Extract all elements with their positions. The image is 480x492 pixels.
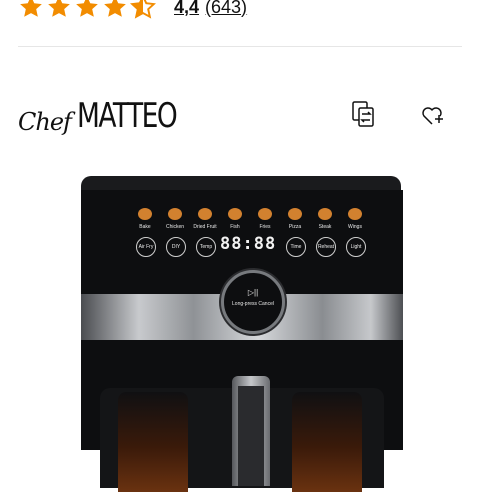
time-button: Time: [286, 237, 306, 257]
half-star-icon: [130, 0, 156, 20]
basket-window-right: [292, 392, 362, 492]
program-label: Pizza: [288, 224, 302, 230]
star-icon: [102, 0, 128, 20]
program-icon: [348, 208, 362, 220]
control-knob: ▷|| Long-press Cancel: [221, 270, 285, 334]
basket-handle-inner: [238, 386, 264, 486]
brand-prefix: Chef: [18, 108, 72, 136]
air-fry-button: Air Fry: [136, 237, 156, 257]
program-icon: [138, 208, 152, 220]
program-pizza: Pizza: [280, 208, 310, 230]
program-bake: Bake: [130, 208, 160, 230]
program-icon: [198, 208, 212, 220]
program-label: Bake: [139, 224, 151, 230]
star-icon: [46, 0, 72, 20]
program-icon: [288, 208, 302, 220]
basket-window-left: [118, 392, 188, 492]
program-chicken: Chicken: [160, 208, 190, 230]
review-count[interactable]: (643): [205, 0, 247, 18]
program-label: Dried Fruit: [193, 224, 217, 230]
program-fries: Fries: [250, 208, 280, 230]
program-dried-fruit: Dried Fruit: [190, 208, 220, 230]
program-label: Chicken: [165, 224, 185, 230]
rating-score[interactable]: 4,4 (643): [174, 0, 247, 18]
digital-display: 88:88: [220, 234, 277, 254]
rating-row: 4,4 (643): [0, 0, 247, 22]
reheat-button: Reheat: [316, 237, 336, 257]
program-label: Steak: [318, 224, 332, 230]
heart-add-icon[interactable]: [418, 100, 448, 130]
knob-label: Long-press Cancel: [232, 301, 274, 307]
program-steak: Steak: [310, 208, 340, 230]
light-button: Light: [346, 237, 366, 257]
play-pause-icon: ▷||: [247, 288, 259, 297]
compare-icon[interactable]: [350, 100, 380, 130]
program-label: Wings: [348, 224, 362, 230]
divider: [18, 46, 462, 47]
star-icon: [74, 0, 100, 20]
diy-button: DIY: [166, 237, 186, 257]
star-rating: [18, 0, 156, 20]
rating-value[interactable]: 4,4: [174, 0, 199, 18]
program-icon: [318, 208, 332, 220]
brand-name: MATTEO: [76, 96, 178, 136]
product-image: Bake Chicken Dried Fruit Fish Fries Pizza Stea…: [0, 160, 480, 492]
star-icon: [18, 0, 44, 20]
program-icon: [228, 208, 242, 220]
program-icon: [168, 208, 182, 220]
program-label: Fish: [230, 224, 240, 230]
program-fish: Fish: [220, 208, 250, 230]
program-label: Fries: [259, 224, 271, 230]
temp-button: Temp: [196, 237, 216, 257]
brand-logo[interactable]: Chef MATTEO: [18, 96, 204, 136]
program-icon: [258, 208, 272, 220]
program-wings: Wings: [340, 208, 370, 230]
